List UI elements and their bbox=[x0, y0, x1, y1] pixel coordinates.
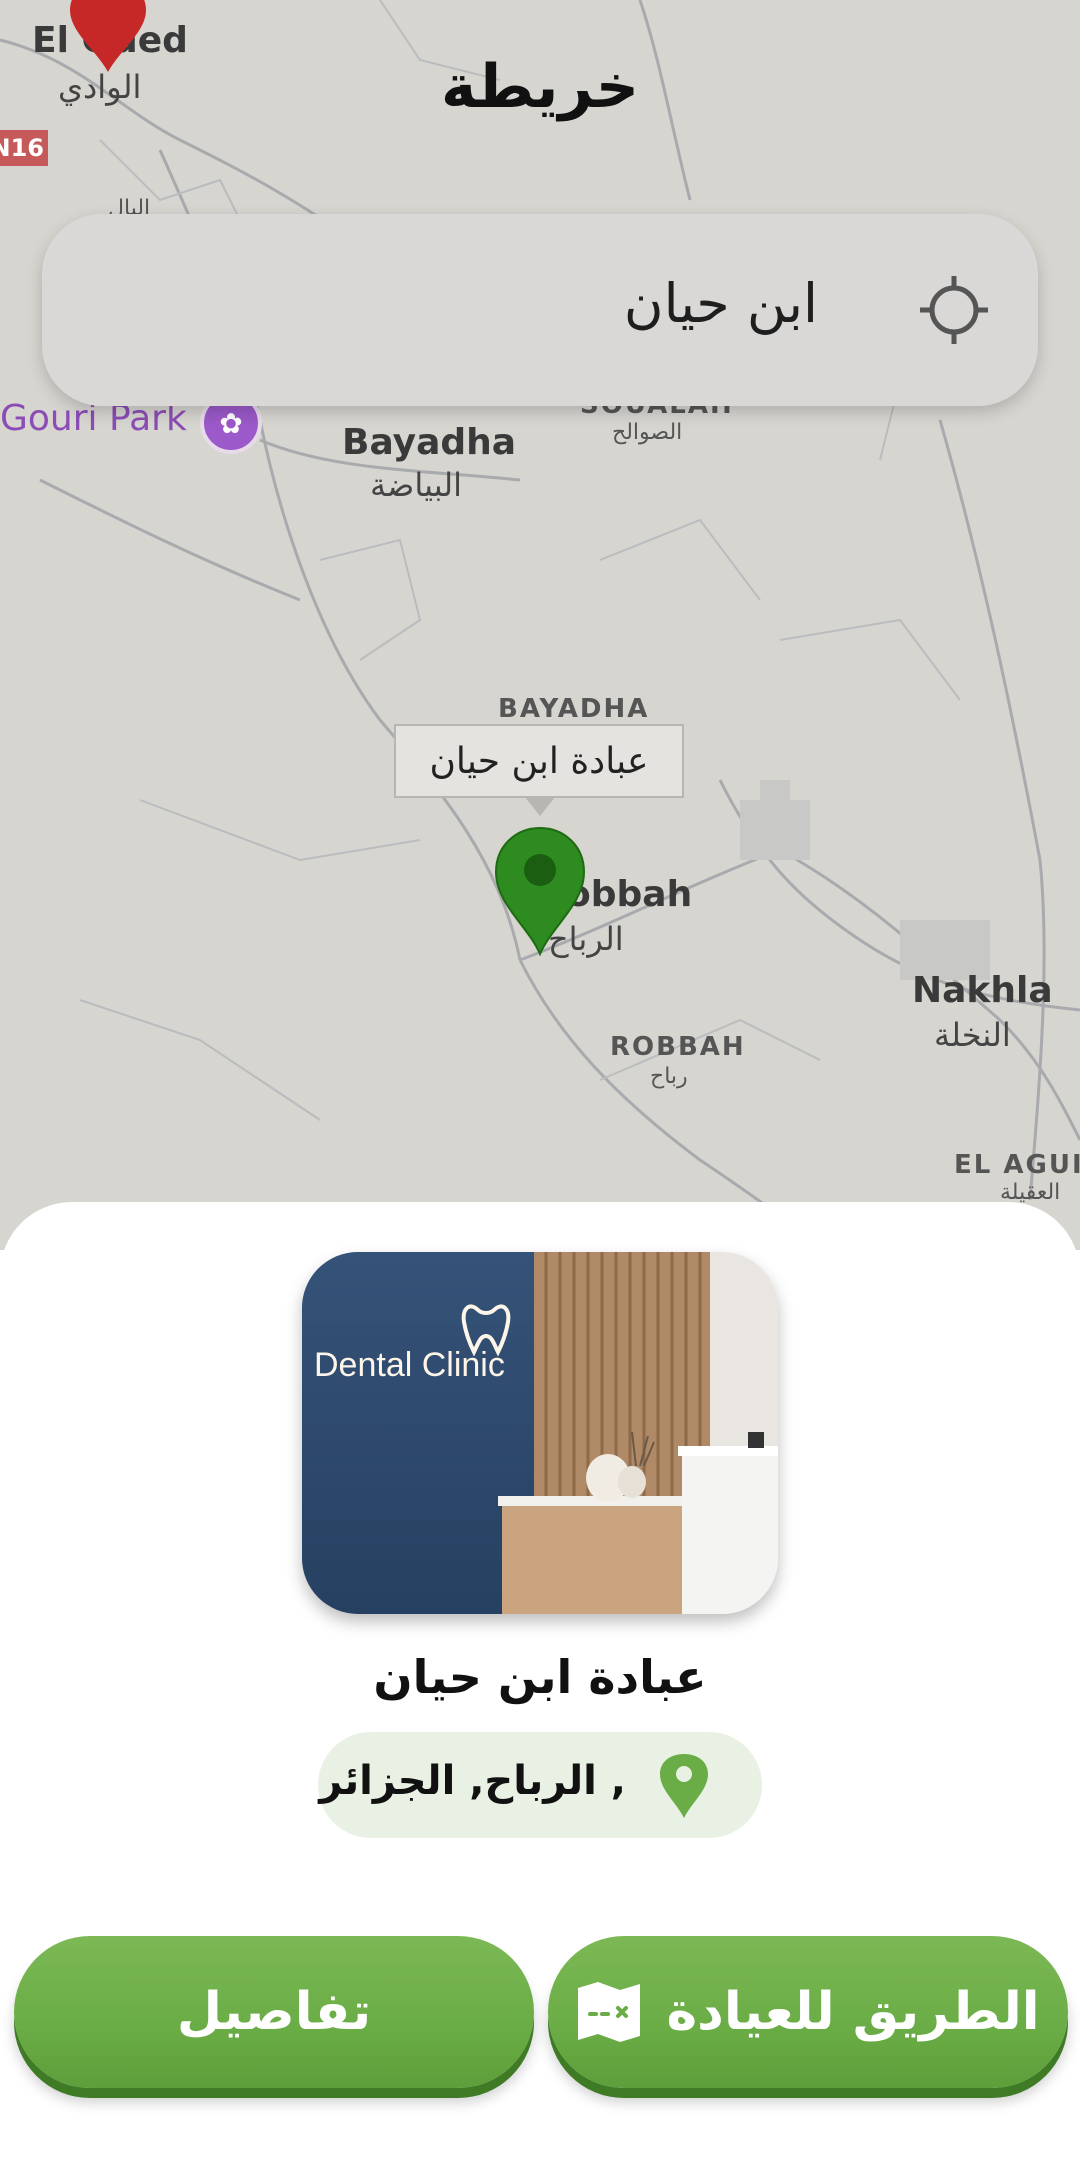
search-input[interactable]: ابن حيان bbox=[624, 272, 818, 335]
directions-button-label: الطريق للعيادة bbox=[666, 1982, 1040, 2042]
green-marker-icon[interactable] bbox=[492, 826, 588, 956]
callout-tail bbox=[524, 796, 556, 816]
clinic-bottom-sheet: Dental Clinic عبادة ابن حيان , الرباح, ا… bbox=[0, 1202, 1080, 2176]
map-roads bbox=[0, 0, 1080, 1250]
road-shield: N16 bbox=[0, 130, 48, 166]
map-label-robbah-ar-small: رباح bbox=[650, 1064, 688, 1089]
map-label-robbah-caps: ROBBAH bbox=[610, 1032, 746, 1062]
map-label-nakhla: Nakhla bbox=[912, 970, 1053, 1011]
map-label-el-aguila: EL AGUIL bbox=[954, 1150, 1080, 1180]
details-button-label: تفاصيل bbox=[176, 1982, 372, 2042]
search-bar[interactable]: ابن حيان bbox=[42, 214, 1038, 406]
map-label-bayadha-caps: BAYADHA bbox=[498, 694, 650, 724]
clinic-name: عبادة ابن حيان bbox=[373, 1650, 707, 1704]
map-label-nakhla-ar: النخلة bbox=[934, 1016, 1011, 1054]
map-label-bayadha-ar: البياضة bbox=[370, 466, 463, 504]
map-label-bayadha: Bayadha bbox=[342, 422, 517, 463]
page-title: خريطة bbox=[441, 52, 639, 122]
marker-callout[interactable]: عبادة ابن حيان bbox=[394, 724, 684, 798]
details-button[interactable]: تفاصيل bbox=[14, 1936, 534, 2088]
directions-button[interactable]: الطريق للعيادة bbox=[548, 1936, 1068, 2088]
clinic-photo: Dental Clinic bbox=[302, 1252, 778, 1614]
map-view[interactable]: N16 El Oued الوادي البال Gouri Park ✿ Ba… bbox=[0, 0, 1080, 1250]
location-pin-icon bbox=[660, 1754, 708, 1818]
address-chip: , الرباح, الجزائر bbox=[318, 1732, 762, 1838]
crosshair-icon[interactable] bbox=[918, 274, 990, 346]
map-label-soualah-ar: الصوالح bbox=[612, 420, 683, 445]
address-text: , الرباح, الجزائر bbox=[319, 1758, 626, 1804]
map-icon bbox=[578, 1982, 641, 2042]
